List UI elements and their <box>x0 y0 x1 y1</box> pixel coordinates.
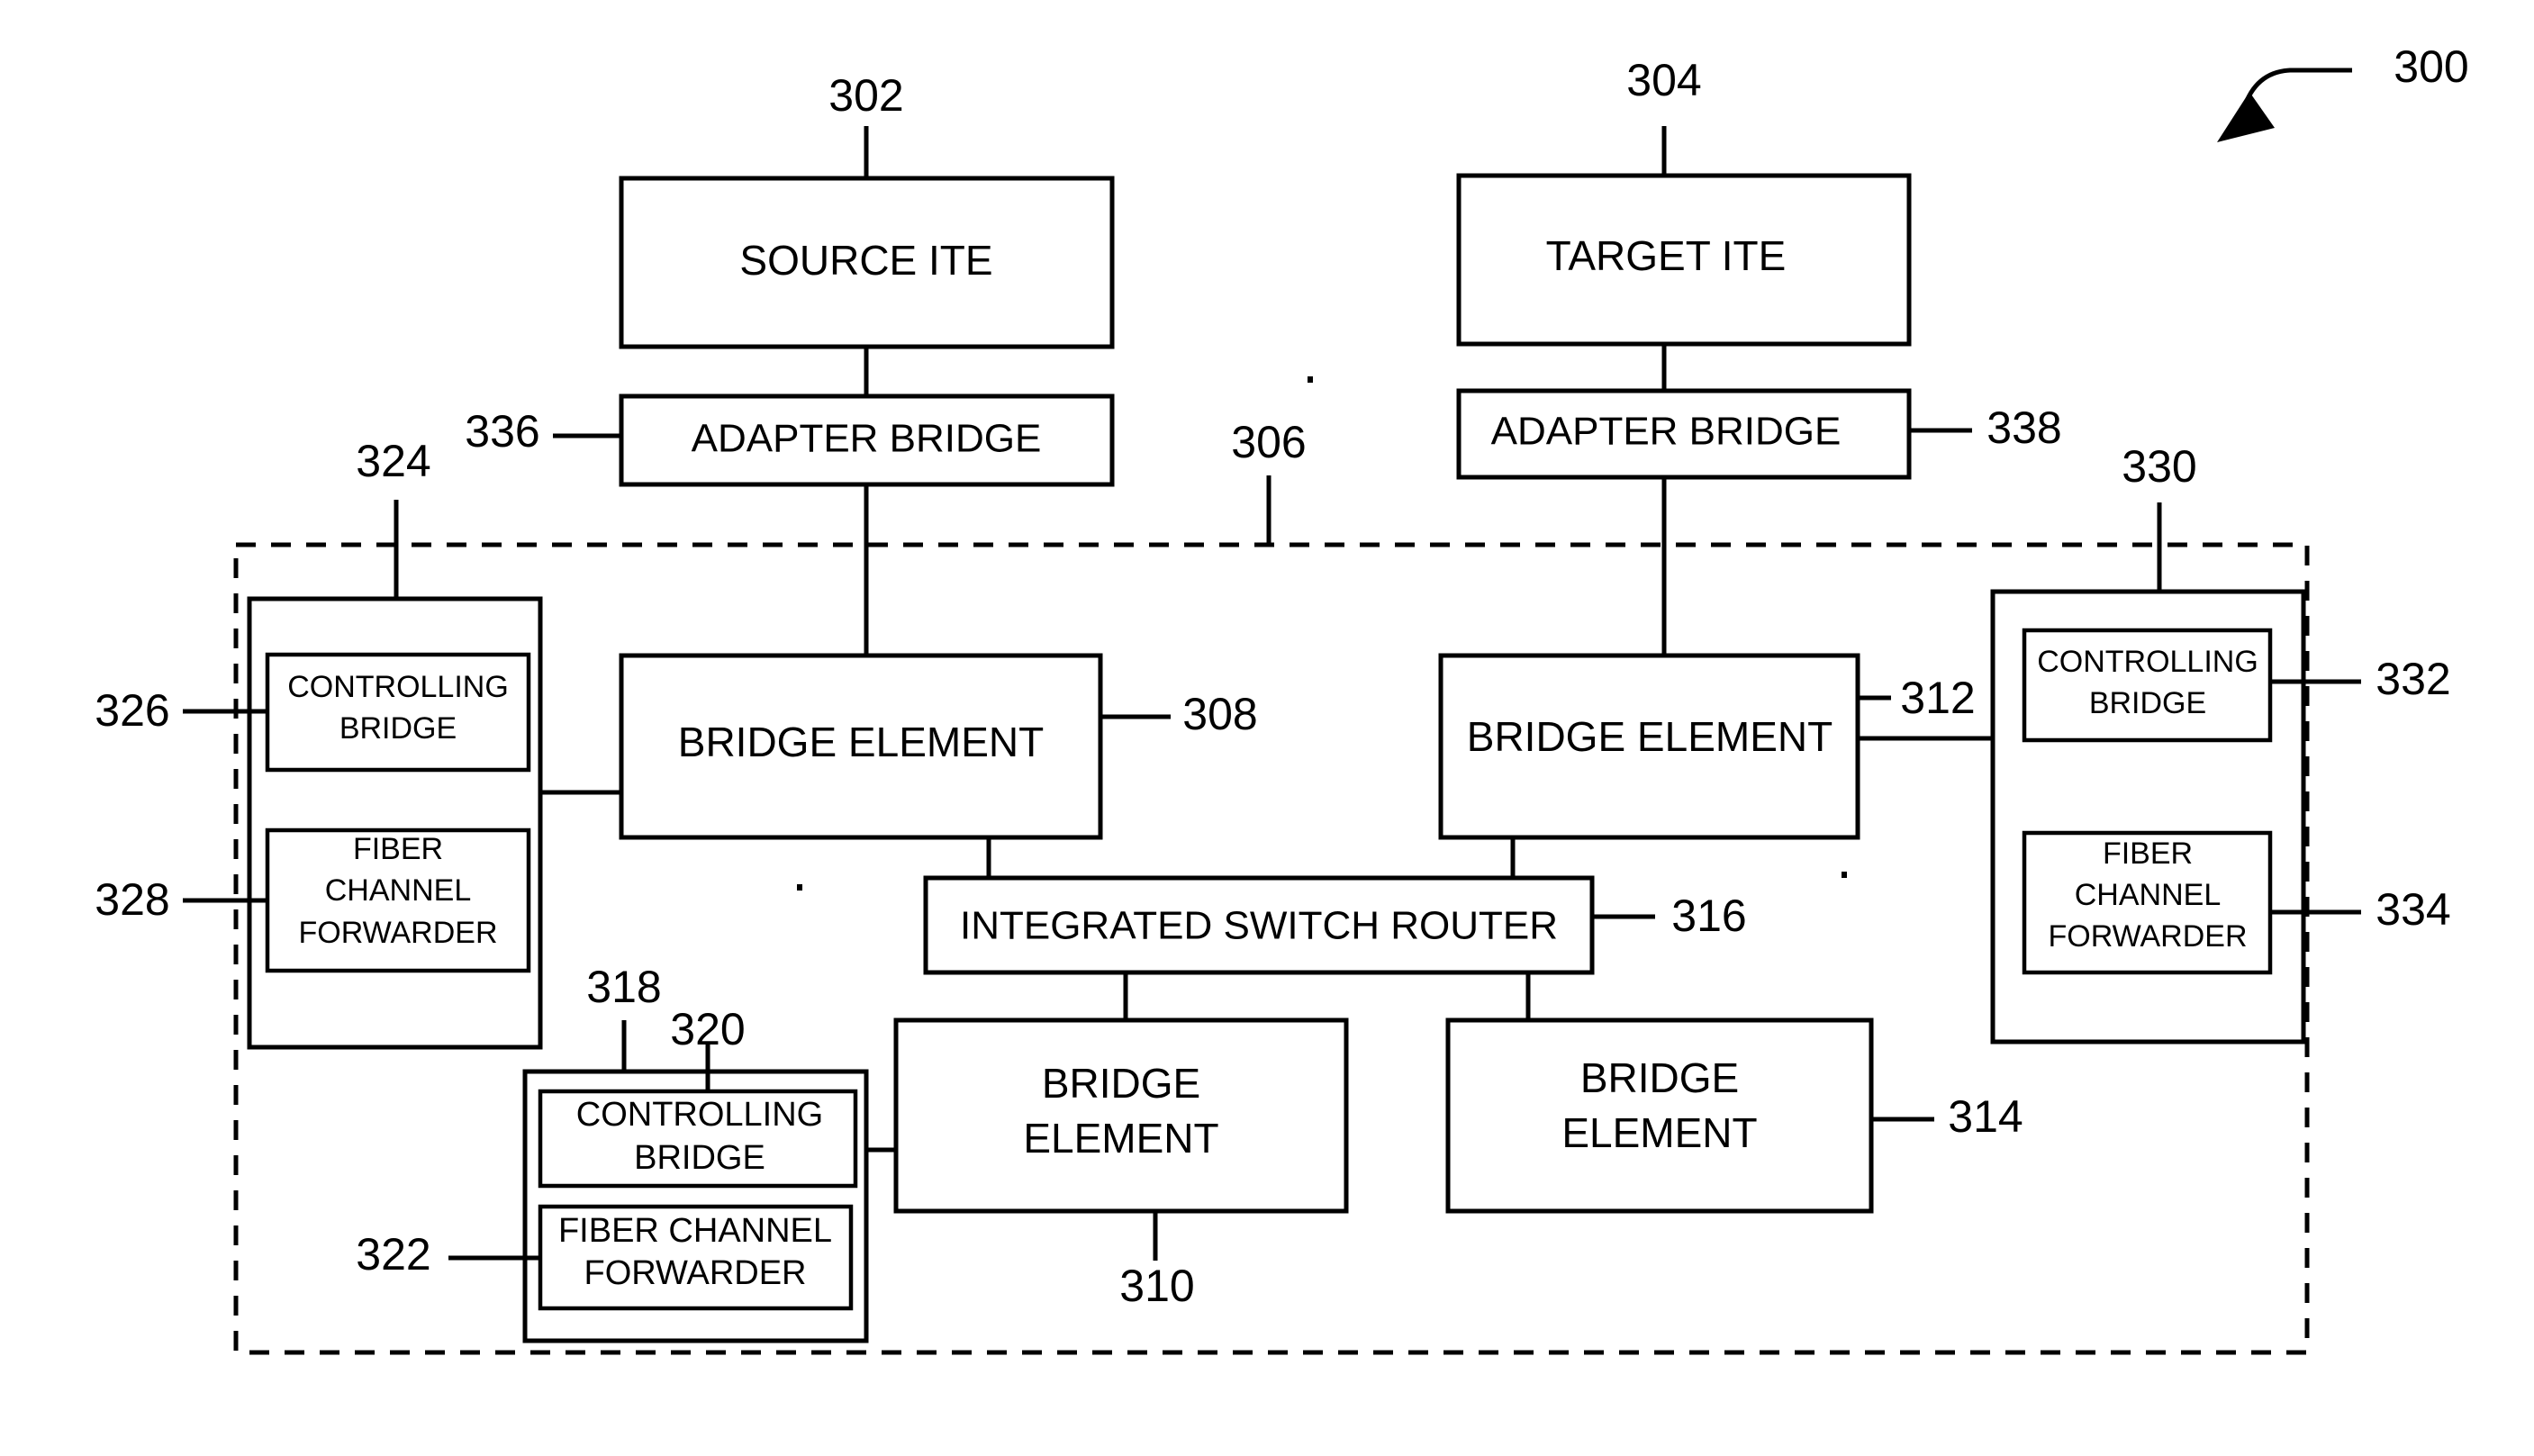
label-source-ite: SOURCE ITE <box>739 237 992 284</box>
ref-318: 318 <box>586 962 661 1012</box>
label-fiber-channel-forwarder-334-line3: FORWARDER <box>2049 919 2248 954</box>
label-controlling-bridge-320-line1: CONTROLLING <box>576 1096 823 1134</box>
figure-arrow-300 <box>2217 68 2352 142</box>
ref-334: 334 <box>2376 884 2450 935</box>
label-fiber-channel-forwarder-334-line1: FIBER <box>2103 837 2193 871</box>
ref-314: 314 <box>1948 1091 2023 1142</box>
label-bridge-element-308: BRIDGE ELEMENT <box>678 719 1044 765</box>
label-bridge-element-314-line1: BRIDGE <box>1580 1054 1739 1101</box>
ref-324: 324 <box>356 436 430 486</box>
ref-330: 330 <box>2122 441 2196 492</box>
ref-336: 336 <box>465 406 539 457</box>
label-fiber-channel-forwarder-334-line2: CHANNEL <box>2075 878 2221 912</box>
label-bridge-element-310-line2: ELEMENT <box>1023 1115 1218 1162</box>
ref-308: 308 <box>1182 689 1257 739</box>
label-bridge-element-312: BRIDGE ELEMENT <box>1467 713 1833 760</box>
ref-338: 338 <box>1986 402 2061 453</box>
scan-speck-c <box>1842 872 1847 878</box>
label-fiber-channel-forwarder-328-line2: CHANNEL <box>325 873 471 908</box>
ref-300: 300 <box>2394 41 2468 92</box>
label-fiber-channel-forwarder-322-line2: FORWARDER <box>584 1254 807 1292</box>
label-controlling-bridge-332-line2: BRIDGE <box>2089 686 2206 720</box>
ref-322: 322 <box>356 1229 430 1280</box>
ref-320: 320 <box>670 1004 745 1054</box>
ref-302: 302 <box>828 70 903 121</box>
label-controlling-bridge-320-line2: BRIDGE <box>634 1139 765 1177</box>
ref-316: 316 <box>1671 891 1746 941</box>
label-integrated-switch-router: INTEGRATED SWITCH ROUTER <box>960 904 1558 948</box>
label-fiber-channel-forwarder-328-line1: FIBER <box>353 832 443 866</box>
ref-332: 332 <box>2376 654 2450 704</box>
label-fiber-channel-forwarder-328-line3: FORWARDER <box>299 916 498 950</box>
label-bridge-element-314-line2: ELEMENT <box>1561 1109 1757 1156</box>
label-adapter-bridge-right: ADAPTER BRIDGE <box>1491 410 1842 454</box>
patent-figure-300: SOURCE ITE ADAPTER BRIDGE TARGET ITE ADA… <box>0 0 2534 1456</box>
label-controlling-bridge-326-line1: CONTROLLING <box>287 670 509 704</box>
ref-304: 304 <box>1626 55 1701 105</box>
label-bridge-element-310-line1: BRIDGE <box>1042 1060 1200 1107</box>
ref-310: 310 <box>1119 1261 1194 1311</box>
label-adapter-bridge-left: ADAPTER BRIDGE <box>692 417 1042 461</box>
label-target-ite: TARGET ITE <box>1546 232 1787 279</box>
ref-326: 326 <box>95 685 169 736</box>
ref-312: 312 <box>1900 673 1975 723</box>
ref-306: 306 <box>1231 417 1306 467</box>
label-controlling-bridge-332-line1: CONTROLLING <box>2037 645 2258 679</box>
label-fiber-channel-forwarder-322-line1: FIBER CHANNEL <box>558 1212 832 1250</box>
scan-speck-b <box>797 884 802 891</box>
label-controlling-bridge-326-line2: BRIDGE <box>339 711 457 746</box>
ref-328: 328 <box>95 874 169 925</box>
scan-speck-a <box>1308 376 1313 383</box>
